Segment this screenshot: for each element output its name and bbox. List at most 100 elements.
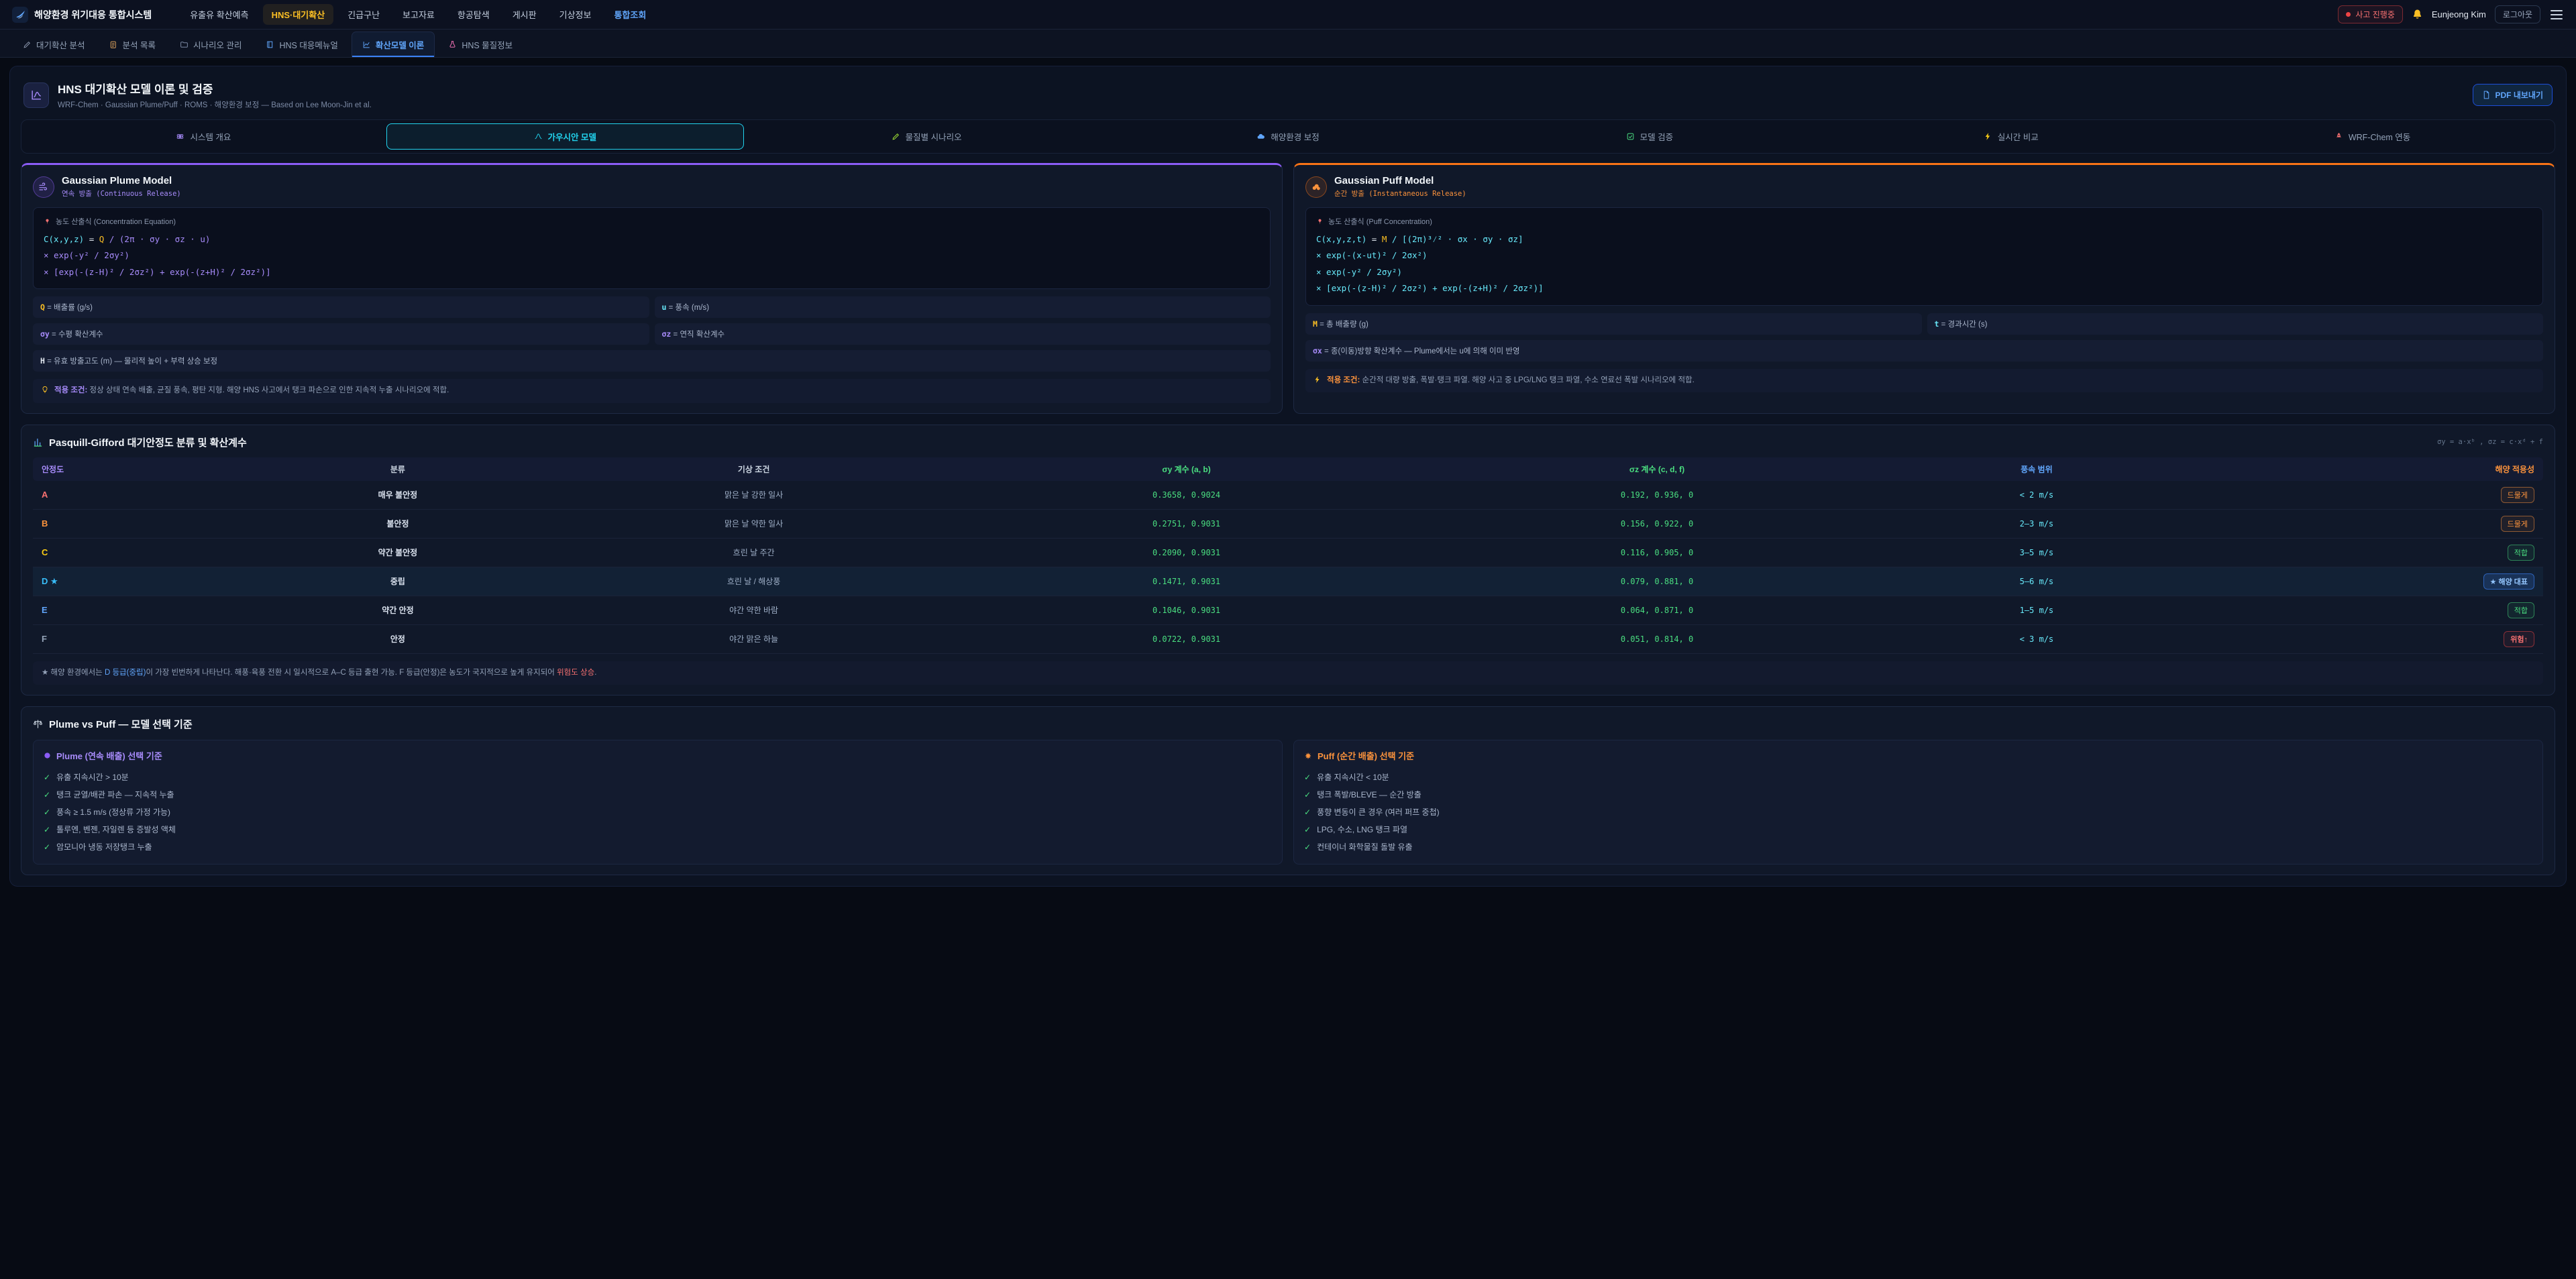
plume-applicability-note: 적용 조건: 정상 상태 연속 배출, 균질 풍속, 평탄 지형. 해양 HNS… [33, 379, 1271, 403]
subtab-dispersion-model-theory[interactable]: 확산모델 이론 [352, 32, 435, 57]
wind-range: < 3 m/s [2020, 634, 2054, 644]
sigma-y-coefficients: 0.2090, 0.9031 [1152, 548, 1220, 557]
rocket-icon [2334, 132, 2343, 141]
stability-grade: C [42, 547, 48, 557]
sigma-y-coefficients: 0.0722, 0.9031 [1152, 634, 1220, 644]
subtab-scenario-management[interactable]: 시나리오 관리 [169, 32, 252, 57]
puff-formula: C(x,y,z,t) = M / [(2π)³⁄² · σx · σy · σz… [1316, 231, 2532, 297]
tab-model-validation[interactable]: 모델 검증 [1470, 123, 1828, 150]
formula-line: × [exp(-(z-H)² / 2σz²) + exp(-(z+H)² / 2… [1316, 280, 2532, 296]
plume-formula: C(x,y,z) = Q / (2π · σy · σz · u)× exp(-… [44, 231, 1260, 280]
col-class: 분류 [246, 457, 550, 481]
atom-icon [176, 132, 184, 141]
stability-table-row: B불안정맑은 날 약한 일사0.2751, 0.90310.156, 0.922… [33, 509, 2543, 538]
model-parameter: t = 경과시간 (s) [1927, 313, 2544, 335]
nav-item-oil-spill[interactable]: 유출유 확산예측 [181, 4, 257, 25]
criteria-item: ✓유출 지속시간 < 10분 [1304, 768, 2532, 785]
check-icon: ✓ [1304, 773, 1311, 782]
wing-logo-icon [12, 7, 28, 23]
nav-item-weather[interactable]: 기상정보 [551, 4, 600, 25]
puff-criteria-panel: Puff (순간 배출) 선택 기준 ✓유출 지속시간 < 10분✓탱크 폭발/… [1293, 740, 2543, 865]
weather-condition: 야간 맑은 하늘 [729, 634, 778, 644]
nav-item-board[interactable]: 게시판 [504, 4, 545, 25]
top-navigation: 해양환경 위기대응 통합시스템 유출유 확산예측 HNS·대기확산 긴급구난 보… [0, 0, 2576, 30]
plume-criteria-list: ✓유출 지속시간 > 10분✓탱크 균열/배관 파손 — 지속적 누출✓풍속 ≥… [44, 768, 1272, 855]
page-header: HNS 대기확산 모델 이론 및 검증 WRF-Chem · Gaussian … [21, 76, 2555, 119]
tab-gaussian-model[interactable]: 가우시안 모델 [386, 123, 744, 150]
nav-item-rescue[interactable]: 긴급구난 [339, 4, 388, 25]
tab-system-overview[interactable]: 시스템 개요 [25, 123, 382, 150]
subtab-analysis-list[interactable]: 분석 목록 [98, 32, 166, 57]
model-parameter: σz = 연직 확산계수 [655, 323, 1271, 345]
check-icon: ✓ [44, 808, 50, 817]
notification-bell-icon[interactable] [2412, 9, 2423, 20]
puff-card-subtitle: 순간 방출 (Instantaneous Release) [1334, 188, 1466, 199]
stability-class: 약간 안정 [382, 606, 414, 615]
nav-item-integrated-search[interactable]: 통합조회 [605, 4, 655, 25]
selection-title: Plume vs Puff — 모델 선택 기준 [49, 717, 193, 731]
app-logo[interactable]: 해양환경 위기대응 통합시스템 [12, 7, 152, 23]
bulb-icon [41, 386, 49, 394]
pasquill-gifford-card: Pasquill-Gifford 대기안정도 분류 및 확산계수 σy = a·… [21, 425, 2555, 696]
formula-line: × exp(-y² / 2σy²) [44, 247, 1260, 264]
plume-criteria-heading: Plume (연속 배출) 선택 기준 [56, 749, 162, 762]
wind-range: 2–3 m/s [2020, 519, 2054, 529]
logout-button[interactable]: 로그아웃 [2495, 5, 2540, 23]
formula-line: × exp(-(x-ut)² / 2σx²) [1316, 247, 2532, 264]
stability-table-row: E약간 안정야간 약한 바람0.1046, 0.90310.064, 0.871… [33, 596, 2543, 624]
app-title: 해양환경 위기대응 통합시스템 [34, 8, 152, 21]
puff-applicability-note: 적용 조건: 순간적 대량 방출, 폭발·탱크 파열. 해양 사고 중 LPG/… [1305, 369, 2543, 393]
nav-item-hns-dispersion[interactable]: HNS·대기확산 [263, 4, 334, 25]
plume-formula-block: 농도 산출식 (Concentration Equation) C(x,y,z)… [33, 207, 1271, 289]
plume-formula-label: 농도 산출식 (Concentration Equation) [56, 216, 176, 227]
formula-line: C(x,y,z,t) = M / [(2π)³⁄² · σx · σy · σz… [1316, 231, 2532, 247]
sigma-z-coefficients: 0.051, 0.814, 0 [1621, 634, 1693, 644]
versus-scale-icon [33, 719, 43, 729]
incident-in-progress-badge[interactable]: 사고 진행중 [2338, 5, 2403, 23]
gaussian-plume-card: Gaussian Plume Model 연속 방출 (Continuous R… [21, 163, 1283, 414]
weather-condition: 야간 약한 바람 [729, 606, 778, 615]
lightning-icon [1313, 376, 1322, 384]
plume-card-title: Gaussian Plume Model [62, 175, 181, 186]
sigma-z-coefficients: 0.116, 0.905, 0 [1621, 548, 1693, 557]
document-icon [2482, 91, 2491, 99]
sigma-y-coefficients: 0.3658, 0.9024 [1152, 490, 1220, 500]
table-header-row: 안정도 분류 기상 조건 σy 계수 (a, b) σz 계수 (c, d, f… [33, 457, 2543, 481]
subtab-hns-substance-info[interactable]: HNS 물질정보 [437, 32, 523, 57]
check-icon: ✓ [44, 790, 50, 799]
nav-item-aerial-search[interactable]: 항공탐색 [449, 4, 498, 25]
model-parameter: u = 풍속 (m/s) [655, 296, 1271, 318]
criteria-item: ✓풍향 변동이 큰 경우 (여러 퍼프 중첩) [1304, 803, 2532, 820]
wind-range: 3–5 m/s [2020, 548, 2054, 557]
plume-parameters: Q = 배출률 (g/s)u = 풍속 (m/s)σy = 수평 확산계수σz … [33, 296, 1271, 372]
sigma-formula-note: σy = a·xᵇ , σz = c·xᵈ + f [2437, 438, 2543, 446]
subtab-dispersion-analysis[interactable]: 대기확산 분석 [12, 32, 95, 57]
suitability-badge: 드물게 [2501, 487, 2534, 503]
burst-icon [1304, 752, 1312, 760]
stability-class: 매우 불안정 [378, 490, 418, 500]
sigma-z-coefficients: 0.192, 0.936, 0 [1621, 490, 1693, 500]
model-parameter: H = 유효 방출고도 (m) — 물리적 높이 + 부력 상승 보정 [33, 350, 1271, 372]
check-icon: ✓ [1304, 790, 1311, 799]
pdf-export-button[interactable]: PDF 내보내기 [2473, 84, 2553, 106]
page-title-block: HNS 대기확산 모델 이론 및 검증 WRF-Chem · Gaussian … [58, 80, 372, 110]
stability-grade: A [42, 490, 48, 500]
tab-realtime-comparison[interactable]: 실시간 비교 [1832, 123, 2190, 150]
subtab-hns-manual[interactable]: HNS 대응메뉴얼 [255, 32, 348, 57]
tab-substance-scenarios[interactable]: 물질별 시나리오 [748, 123, 1106, 150]
tab-wrf-chem-link[interactable]: WRF-Chem 연동 [2194, 123, 2551, 150]
section-sub-navigation: 대기확산 분석 분석 목록 시나리오 관리 HNS 대응메뉴얼 확산모델 이론 … [0, 30, 2576, 58]
check-icon: ✓ [1304, 842, 1311, 852]
nav-item-reports[interactable]: 보고자료 [394, 4, 443, 25]
plume-card-subtitle: 연속 방출 (Continuous Release) [62, 188, 181, 199]
cloud-icon [1256, 132, 1265, 141]
criteria-item: ✓풍속 ≥ 1.5 m/s (정상류 가정 가능) [44, 803, 1272, 820]
table-title: Pasquill-Gifford 대기안정도 분류 및 확산계수 [49, 435, 247, 449]
hamburger-menu-icon[interactable] [2549, 9, 2564, 21]
tab-marine-correction[interactable]: 해양환경 보정 [1110, 123, 1467, 150]
stability-grade: F [42, 634, 47, 644]
formula-line: C(x,y,z) = Q / (2π · σy · σz · u) [44, 231, 1260, 247]
model-theory-icon [23, 82, 49, 108]
suitability-badge: 적합 [2508, 602, 2534, 618]
puff-formula-block: 농도 산출식 (Puff Concentration) C(x,y,z,t) =… [1305, 207, 2543, 306]
